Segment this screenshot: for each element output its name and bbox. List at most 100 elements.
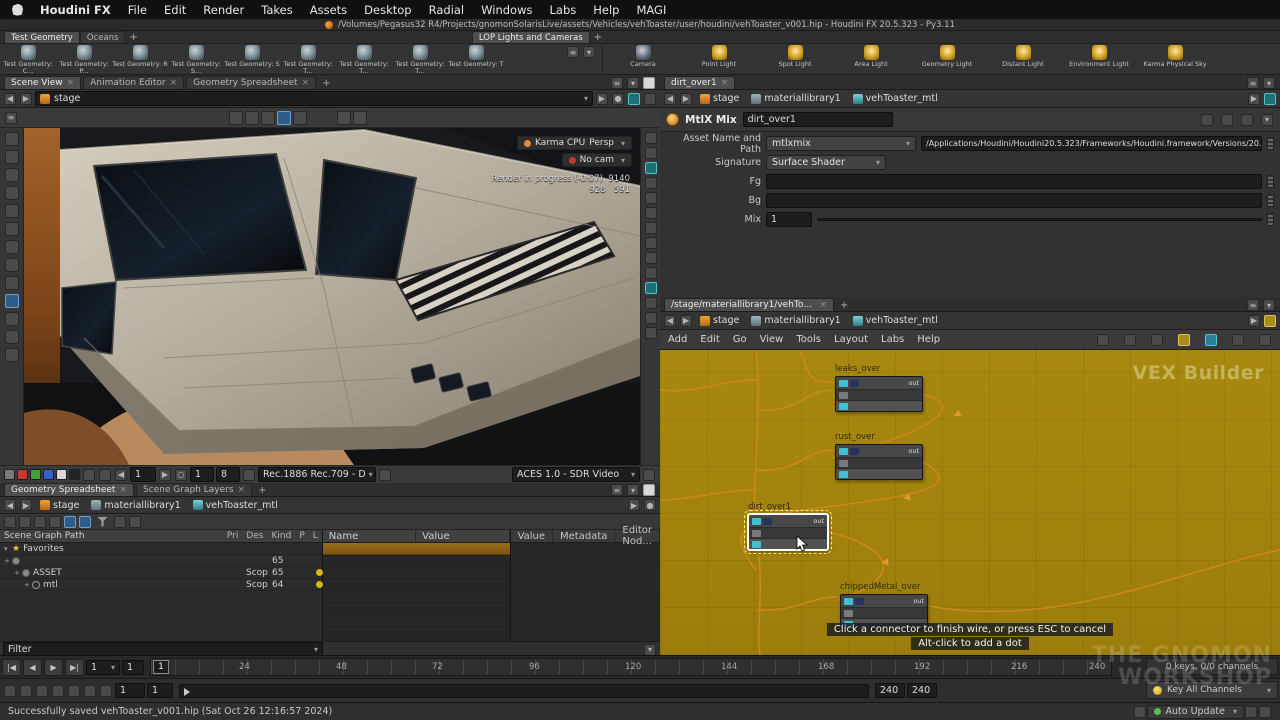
collapse-all-icon[interactable]	[4, 516, 16, 528]
pin-icon[interactable]	[1264, 93, 1276, 105]
node-rust-over[interactable]: rust_over out	[835, 432, 923, 480]
close-icon[interactable]: ×	[170, 78, 178, 88]
help-status-icon[interactable]	[1259, 706, 1271, 718]
select-mode-icon[interactable]	[5, 132, 19, 146]
options-icon[interactable]	[129, 516, 141, 528]
ladder-icon[interactable]	[1267, 194, 1274, 207]
scale-tool-icon[interactable]	[277, 111, 291, 125]
pan-2d-icon[interactable]	[99, 469, 111, 481]
forward-icon[interactable]: ▶	[20, 93, 32, 105]
keys-info-button[interactable]: 0 keys, 0/0 channels	[1146, 658, 1278, 675]
jump-icon[interactable]: ▶	[1248, 315, 1260, 327]
shelf-tool[interactable]: Test Geometry: C...	[0, 44, 56, 74]
snap-tool-icon[interactable]	[5, 330, 19, 344]
layer-dot-icon[interactable]	[316, 581, 323, 588]
shelf-tool[interactable]: Test Geometry: R	[112, 44, 168, 74]
wrench-icon[interactable]	[1221, 114, 1233, 126]
grid-toggle-icon[interactable]	[645, 252, 657, 264]
simulation-toggle-icon[interactable]	[100, 685, 112, 697]
display-options-icon[interactable]	[645, 282, 657, 294]
shelf-tool[interactable]: Test Geometry: T...	[392, 44, 448, 74]
loop-mode-icon[interactable]	[36, 685, 48, 697]
ladder-icon[interactable]	[1267, 137, 1274, 150]
camera-tool-icon[interactable]	[5, 312, 19, 326]
flags-icon[interactable]	[1205, 334, 1217, 346]
frame-ruler[interactable]: 1 24 48 72 96 120 144 168 192 216 240	[150, 658, 1112, 676]
integer-frames-icon[interactable]	[84, 685, 96, 697]
channel-luma-icon[interactable]	[69, 469, 80, 480]
measure-tool-icon[interactable]	[5, 348, 19, 362]
gallery-icon[interactable]	[1201, 114, 1213, 126]
forward-icon[interactable]: ▶	[20, 499, 32, 511]
magnifier-icon[interactable]	[1241, 114, 1253, 126]
auto-update-select[interactable]: Auto Update ▾	[1147, 705, 1245, 719]
pane-menu-icon[interactable]: ≡	[1247, 299, 1259, 311]
expand-icon[interactable]: +	[24, 581, 32, 589]
breadcrumb-vehtoaster-mtl[interactable]: vehToaster_mtl	[848, 93, 943, 104]
tab-scene-view[interactable]: Scene View×	[4, 76, 81, 89]
menu-file[interactable]: File	[128, 3, 147, 17]
chevron-down-icon[interactable]: ▾	[311, 645, 318, 654]
netmenu-view[interactable]: View	[760, 334, 784, 345]
node-dirt-over1-selected[interactable]: dirt_over1 out	[748, 502, 828, 550]
handles-tool-icon[interactable]	[293, 111, 307, 125]
menu-houdini-fx[interactable]: Houdini FX	[40, 3, 111, 17]
shelf-tool[interactable]: Test Geometry: S...	[168, 44, 224, 74]
tab-geometry-spreadsheet[interactable]: Geometry Spreadsheet×	[186, 76, 316, 89]
asset-path-field[interactable]: /Applications/Houdini/Houdini20.5.323/Fr…	[921, 136, 1262, 151]
frame-back-button[interactable]: ◀	[23, 659, 42, 676]
shelf-tool-point-light[interactable]: Point Light	[681, 44, 757, 74]
tree-row-favorites[interactable]: ▾ ★ Favorites	[0, 543, 322, 555]
shelf-tool-distant-light[interactable]: Distant Light	[985, 44, 1061, 74]
select-tool-icon[interactable]	[229, 111, 243, 125]
follow-playbar-icon[interactable]	[68, 685, 80, 697]
breadcrumb-materiallibrary[interactable]: materiallibrary1	[746, 315, 845, 326]
range-start-sub-field[interactable]: 1	[147, 683, 173, 698]
pane-dropdown-icon[interactable]: ▾	[1263, 299, 1275, 311]
stage-path-field[interactable]: stage ▾	[35, 91, 593, 106]
channel-green-icon[interactable]	[30, 469, 41, 480]
layers-filter-icon[interactable]	[79, 516, 91, 528]
ladder-icon[interactable]	[1267, 175, 1274, 188]
breadcrumb-materiallibrary[interactable]: materiallibrary1	[746, 93, 845, 104]
presets-icon[interactable]: ▾	[1261, 114, 1273, 126]
menu-assets[interactable]: Assets	[310, 3, 347, 17]
gamma-field[interactable]: 1	[190, 467, 214, 482]
range-end-field[interactable]: 240	[875, 683, 905, 698]
paint-tool-icon[interactable]	[5, 276, 19, 290]
shelf-tool-spot-light[interactable]: Spot Light	[757, 44, 833, 74]
key-all-channels-button[interactable]: Key All Channels ▾	[1146, 681, 1278, 699]
lock-icon[interactable]	[643, 469, 655, 481]
viewport-3d-scene[interactable]: Karma CPU Persp ▾ No cam ▾ Render in pro…	[24, 128, 640, 465]
frame-step-field[interactable]: 1	[122, 660, 144, 675]
back-icon[interactable]: ◀	[115, 469, 127, 481]
grid-snap-icon[interactable]	[1151, 334, 1163, 346]
move-tool-icon[interactable]	[5, 168, 19, 182]
netmenu-add[interactable]: Add	[668, 334, 687, 345]
contrast-icon[interactable]: ○	[175, 469, 187, 481]
wire-style-icon[interactable]	[1097, 334, 1109, 346]
node-leaks-over[interactable]: leaks_over out	[835, 364, 923, 412]
camera-view-icon[interactable]	[645, 267, 657, 279]
pane-menu-icon[interactable]: ≡	[1247, 77, 1259, 89]
exposure-field[interactable]: 8	[216, 467, 240, 482]
back-icon[interactable]: ◀	[664, 93, 676, 105]
pin-icon[interactable]	[1264, 315, 1276, 327]
breadcrumb-stage[interactable]: stage	[695, 315, 744, 326]
close-icon[interactable]: ×	[238, 485, 246, 495]
netmenu-go[interactable]: Go	[733, 334, 747, 345]
netmenu-labs[interactable]: Labs	[881, 334, 904, 345]
tone-icon[interactable]	[379, 469, 391, 481]
snapshot-icon[interactable]	[628, 93, 640, 105]
fg-field[interactable]	[766, 174, 1262, 189]
snap-toggle-icon[interactable]	[337, 111, 351, 125]
current-frame-field[interactable]: 1▾	[86, 660, 120, 675]
col-value[interactable]: Value	[416, 530, 509, 542]
forward-icon[interactable]: ▶	[680, 315, 692, 327]
gear-icon[interactable]	[644, 93, 656, 105]
ladder-icon[interactable]	[1267, 213, 1274, 226]
shelf-tab-oceans[interactable]: Oceans	[80, 31, 126, 43]
lut-icon[interactable]	[243, 469, 255, 481]
bg-field[interactable]	[766, 193, 1262, 208]
layout-single-icon[interactable]	[645, 297, 657, 309]
